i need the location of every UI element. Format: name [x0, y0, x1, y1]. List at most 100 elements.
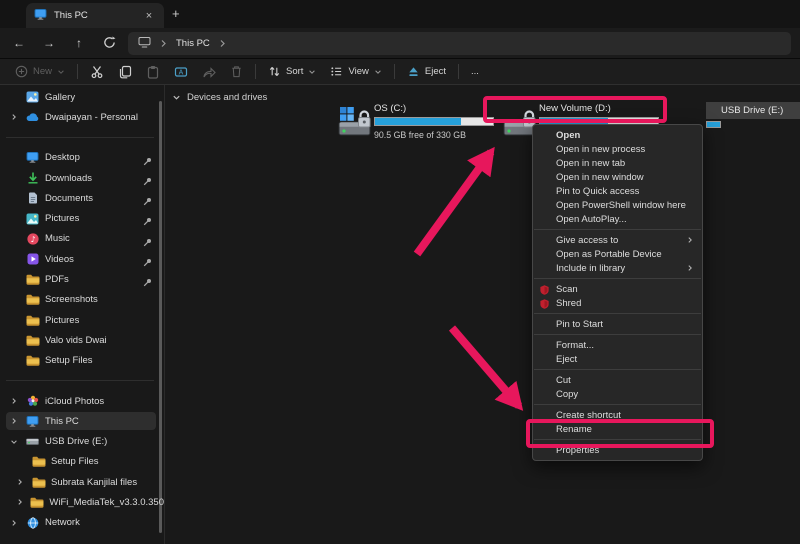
view-button[interactable]: View: [323, 61, 388, 82]
sort-button[interactable]: Sort: [261, 61, 323, 82]
menu-item-pin-to-quick-access[interactable]: Pin to Quick access: [533, 184, 702, 198]
menu-item-open-in-new-window[interactable]: Open in new window: [533, 170, 702, 184]
drive-icon: [338, 105, 372, 144]
sidebar-item-valo-vids-dwai[interactable]: Valo vids Dwai: [0, 330, 164, 350]
drive-tile-os-c[interactable]: OS (C:)90.5 GB free of 330 GB: [338, 103, 502, 143]
menu-item-give-access-to[interactable]: Give access to: [533, 233, 702, 247]
command-bar: New A Sort View: [0, 58, 800, 85]
menu-item-pin-to-start[interactable]: Pin to Start: [533, 317, 702, 331]
network-icon: [25, 517, 40, 529]
sidebar-item-pdfs[interactable]: PDFs: [0, 269, 164, 289]
sidebar-item-downloads[interactable]: Downloads: [0, 168, 164, 188]
menu-item-label: Format...: [556, 340, 594, 351]
menu-item-copy[interactable]: Copy: [533, 387, 702, 401]
menu-item-open-in-new-process[interactable]: Open in new process: [533, 142, 702, 156]
chevron-right-icon[interactable]: [8, 519, 20, 527]
menu-separator: [533, 275, 702, 282]
sidebar-item-pictures[interactable]: Pictures: [0, 310, 164, 330]
drive-name-selected[interactable]: USB Drive (E:): [706, 102, 800, 119]
menu-item-shred[interactable]: Shred: [533, 296, 702, 310]
menu-item-open-as-portable-device[interactable]: Open as Portable Device: [533, 247, 702, 261]
menu-item-format[interactable]: Format...: [533, 338, 702, 352]
share-button[interactable]: [195, 61, 223, 82]
sidebar-item-label: USB Drive (E:): [45, 436, 107, 447]
chevron-down-icon[interactable]: [8, 438, 20, 446]
paste-button[interactable]: [139, 61, 167, 82]
menu-item-scan[interactable]: Scan: [533, 282, 702, 296]
menu-item-cut[interactable]: Cut: [533, 373, 702, 387]
menu-item-open-autoplay[interactable]: Open AutoPlay...: [533, 212, 702, 226]
sidebar-scrollbar[interactable]: [159, 101, 162, 533]
menu-item-open-in-new-tab[interactable]: Open in new tab: [533, 156, 702, 170]
sidebar-item-desktop[interactable]: Desktop: [0, 148, 164, 168]
forward-icon[interactable]: →: [38, 32, 60, 54]
menu-item-label: Open as Portable Device: [556, 249, 662, 260]
chevron-right-icon[interactable]: [14, 478, 26, 486]
sidebar-item-this-pc[interactable]: This PC: [0, 411, 164, 431]
sidebar-item-network[interactable]: Network: [0, 513, 164, 533]
sidebar-item-label: Gallery: [45, 92, 75, 103]
sidebar-item-icloud-photos[interactable]: iCloud Photos: [0, 391, 164, 411]
address-bar[interactable]: This PC: [128, 32, 791, 55]
sidebar-item-label: This PC: [45, 416, 79, 427]
sidebar-item-label: Network: [45, 517, 80, 528]
breadcrumb-this-pc[interactable]: This PC: [176, 38, 210, 49]
tab-this-pc[interactable]: This PC ×: [26, 3, 164, 28]
sidebar-item-label: Videos: [45, 254, 74, 265]
chevron-right-icon[interactable]: [14, 498, 25, 506]
tab-close-icon[interactable]: ×: [142, 9, 156, 23]
up-icon[interactable]: ↑: [68, 32, 90, 54]
navigation-bar: ← → ↑ This PC: [0, 28, 800, 58]
menu-item-include-in-library[interactable]: Include in library: [533, 261, 702, 275]
rename-button[interactable]: A: [167, 61, 195, 82]
sidebar-item-pictures[interactable]: Pictures: [0, 208, 164, 228]
pin-icon: [143, 234, 152, 252]
gallery-icon: [25, 91, 40, 103]
sidebar-item-gallery[interactable]: Gallery: [0, 87, 164, 107]
folder-icon: [25, 294, 40, 305]
music-icon: ♪: [25, 233, 40, 245]
copy-button[interactable]: [111, 61, 139, 82]
sidebar-item-videos[interactable]: Videos: [0, 249, 164, 269]
icloud-icon: [25, 395, 40, 407]
more-options-button[interactable]: ...: [464, 61, 486, 82]
menu-item-open-powershell-window-here[interactable]: Open PowerShell window here: [533, 198, 702, 212]
eject-button[interactable]: Eject: [400, 61, 453, 82]
chevron-right-icon[interactable]: [8, 397, 20, 405]
submenu-chevron-right-icon: [686, 264, 694, 275]
pin-icon: [143, 193, 152, 211]
delete-button[interactable]: [223, 61, 250, 82]
new-button[interactable]: New: [8, 61, 72, 82]
computer-icon: [138, 35, 151, 53]
tab-title: This PC: [54, 10, 135, 21]
folder-icon: [31, 477, 46, 488]
sidebar-item-subrata-kanjilal-files[interactable]: Subrata Kanjilal files: [0, 472, 164, 492]
sidebar-item-setup-files[interactable]: Setup Files: [0, 351, 164, 371]
chevron-right-icon[interactable]: [8, 113, 20, 121]
menu-item-label: Pin to Start: [556, 319, 603, 330]
sidebar-item-dwaipayan-personal[interactable]: Dwaipayan - Personal: [0, 107, 164, 127]
refresh-icon[interactable]: [98, 32, 120, 54]
desktop-icon: [25, 152, 40, 163]
section-devices-and-drives[interactable]: Devices and drives: [172, 92, 267, 103]
cut-button[interactable]: [83, 61, 111, 82]
menu-item-label: Give access to: [556, 235, 618, 246]
sidebar-item-usb-drive-e[interactable]: USB Drive (E:): [0, 431, 164, 451]
sidebar-item-label: Music: [45, 233, 70, 244]
back-icon[interactable]: ←: [8, 32, 30, 54]
share-icon: [202, 65, 216, 79]
sidebar-item-wifi-mediatek-v3-3-0-350[interactable]: WiFi_MediaTek_v3.3.0.350: [0, 492, 164, 512]
chevron-right-icon[interactable]: [8, 417, 20, 425]
sidebar-item-music[interactable]: ♪ Music: [0, 229, 164, 249]
sidebar-item-label: Screenshots: [45, 294, 98, 305]
toolbar-separator: [458, 64, 459, 79]
sidebar-item-setup-files[interactable]: Setup Files: [0, 452, 164, 472]
new-tab-icon[interactable]: +: [172, 6, 180, 21]
menu-item-open[interactable]: Open: [533, 128, 702, 142]
onedrive-cloud-icon: [25, 112, 40, 122]
sidebar-item-label: Valo vids Dwai: [45, 335, 107, 346]
sidebar-item-documents[interactable]: Documents: [0, 188, 164, 208]
menu-item-eject[interactable]: Eject: [533, 352, 702, 366]
submenu-chevron-right-icon: [686, 236, 694, 247]
sidebar-item-screenshots[interactable]: Screenshots: [0, 290, 164, 310]
